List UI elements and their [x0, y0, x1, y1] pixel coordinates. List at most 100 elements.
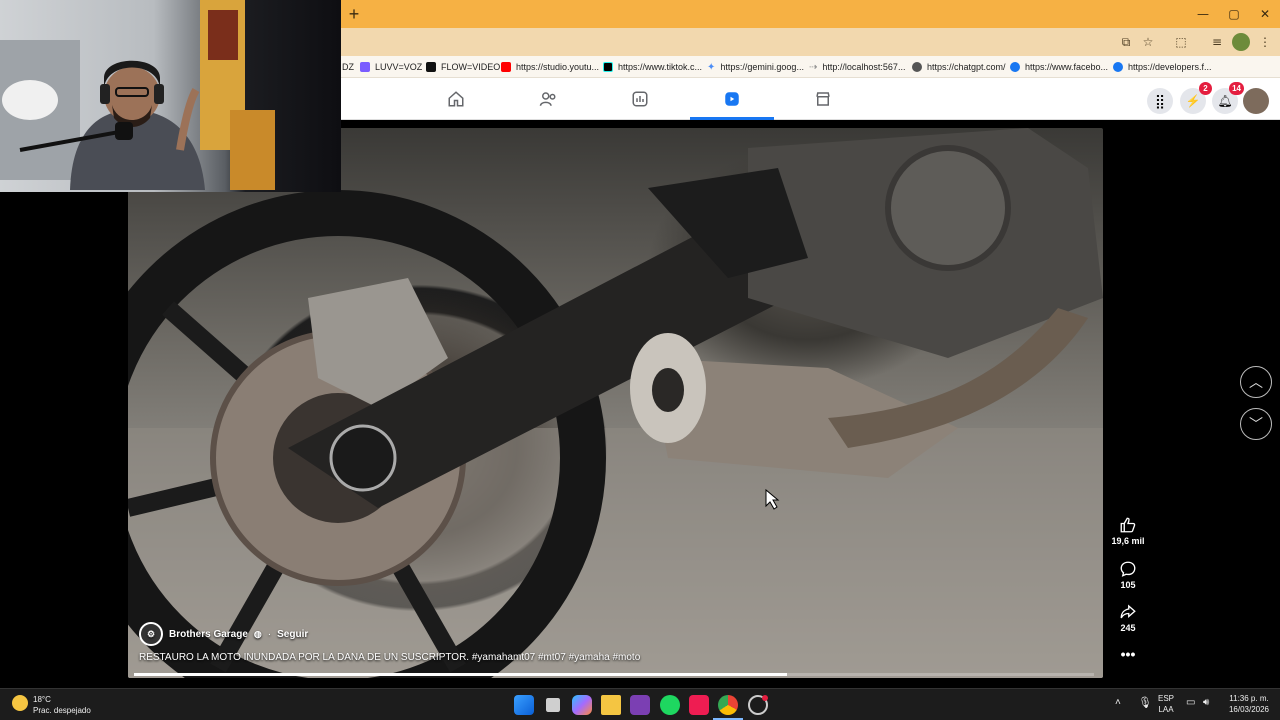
tab-reels[interactable]	[690, 78, 774, 120]
lang-line1: ESP	[1158, 694, 1175, 703]
tab-friends[interactable]	[506, 78, 590, 120]
channel-name[interactable]: Brothers Garage	[169, 629, 248, 640]
grid-icon: ⣿	[1154, 92, 1166, 109]
like-count: 19,6 mil	[1111, 536, 1145, 546]
windows-taskbar: 18°C Prac. despejado ˄ 🎙︎ ESP LAA ▭ 🔊︎ 1…	[0, 688, 1280, 720]
bookmark-label: FLOW=VIDEO	[441, 62, 501, 72]
bookmark-label: https://www.tiktok.c...	[618, 62, 703, 72]
messenger-icon: ⚡	[1185, 94, 1201, 108]
purple-app-icon[interactable]	[630, 695, 650, 715]
bookmark-item[interactable]: https://www.facebo...	[1010, 59, 1108, 75]
previous-reel-button[interactable]: ︿	[1240, 366, 1272, 398]
webcam-feed-image	[0, 0, 275, 190]
new-tab-button[interactable]: +	[344, 4, 364, 24]
bookmark-item[interactable]: https://developers.f...	[1113, 59, 1212, 75]
facebook-icon	[1010, 62, 1020, 72]
like-action[interactable]: 19,6 mil	[1108, 516, 1148, 546]
volume-icon[interactable]: 🔊︎	[1203, 697, 1209, 708]
tiktok-icon	[603, 62, 613, 72]
separator-dot: ·	[267, 628, 272, 640]
media-control-icon[interactable]: ≡	[1208, 33, 1226, 51]
weather-desc: Prac. despejado	[33, 706, 91, 715]
bookmark-label: LUVV=VOZ	[375, 62, 423, 72]
reel-caption: RESTAURO LA MOTO INUNDADA POR LA DANA DE…	[139, 652, 641, 663]
weather-widget[interactable]: 18°C Prac. despejado	[33, 694, 91, 716]
tab-home[interactable]	[414, 78, 498, 120]
task-view-icon[interactable]	[546, 698, 560, 712]
weather-temp: 18°C	[33, 695, 51, 704]
weather-icon[interactable]	[12, 695, 28, 711]
dashboard-icon	[632, 91, 648, 107]
install-app-icon[interactable]: ⧉	[1117, 33, 1135, 51]
globe-icon: ⇢	[809, 61, 818, 73]
facebook-icon	[1113, 62, 1123, 72]
reel-video[interactable]	[128, 128, 1103, 678]
bookmark-item[interactable]: ⇢ http://localhost:567...	[809, 59, 905, 75]
bookmark-item[interactable]: DZ	[342, 59, 354, 75]
tray-chevron-up-icon[interactable]: ˄	[1115, 697, 1121, 708]
bookmark-label: https://studio.youtu...	[516, 62, 600, 72]
bookmark-item[interactable]: https://www.tiktok.c...	[603, 59, 702, 75]
windows-start-icon[interactable]	[514, 695, 534, 715]
minimize-button[interactable]: —	[1188, 4, 1218, 24]
menu-icon[interactable]: ⋮	[1256, 33, 1274, 51]
bookmark-item[interactable]: https://studio.youtu...	[501, 59, 599, 75]
bookmark-star-icon[interactable]: ☆	[1139, 33, 1157, 51]
extensions-icon[interactable]: ⬚	[1172, 33, 1190, 51]
bookmark-label: DZ	[342, 62, 354, 72]
tiktok-app-icon[interactable]	[689, 695, 709, 715]
more-dots-icon: •••	[1120, 646, 1136, 662]
thumbs-up-icon	[1120, 517, 1136, 533]
bookmark-item[interactable]: https://chatgpt.com/	[912, 59, 1006, 75]
spotify-icon[interactable]	[660, 695, 680, 715]
video-progress-bar[interactable]	[134, 673, 1094, 676]
notifications-badge: 14	[1229, 82, 1244, 95]
bookmark-label: https://developers.f...	[1128, 62, 1212, 72]
bookmark-label: https://gemini.goog...	[720, 62, 804, 72]
close-window-button[interactable]: ✕	[1250, 4, 1280, 24]
video-progress-fill	[134, 673, 787, 676]
channel-avatar[interactable]: ⚙	[139, 622, 163, 646]
chevron-down-icon: ﹀	[1249, 416, 1263, 432]
clock[interactable]: 11:36 p. m. 16/03/2026	[1222, 693, 1276, 715]
bookmark-label: http://localhost:567...	[822, 62, 906, 72]
copilot-icon[interactable]	[572, 695, 592, 715]
recording-dot-icon	[762, 695, 768, 701]
tab-dashboard[interactable]	[598, 78, 682, 120]
friends-icon	[539, 92, 556, 106]
microphone-icon[interactable]: 🎙︎	[1138, 696, 1152, 709]
youtube-icon	[501, 62, 511, 72]
profile-icon[interactable]	[1232, 33, 1250, 51]
bell-icon: 🔔︎	[1217, 94, 1233, 108]
comment-action[interactable]: 105	[1108, 560, 1148, 590]
share-action[interactable]: 245	[1108, 603, 1148, 633]
language-indicator[interactable]: ESP LAA	[1158, 693, 1174, 715]
more-options-button[interactable]: •••	[1108, 646, 1148, 662]
follow-button[interactable]: Seguir	[277, 629, 308, 640]
tab-marketplace[interactable]	[781, 78, 865, 120]
menu-grid-button[interactable]: ⣿	[1147, 88, 1173, 114]
gemini-icon: ✦	[707, 61, 716, 73]
bookmark-item[interactable]: LUVV=VOZ	[360, 59, 422, 75]
bookmark-favicon-icon	[360, 62, 370, 72]
messenger-button[interactable]: ⚡ 2	[1180, 82, 1212, 114]
maximize-button[interactable]: ▢	[1219, 4, 1249, 24]
messenger-badge: 2	[1199, 82, 1212, 95]
share-count: 245	[1120, 623, 1136, 633]
clock-date: 16/03/2026	[1228, 705, 1270, 714]
share-icon	[1120, 604, 1136, 619]
chrome-icon[interactable]	[718, 695, 738, 715]
bookmark-item[interactable]: FLOW=VIDEO	[426, 59, 500, 75]
bookmark-favicon-icon	[426, 62, 436, 72]
lang-line2: LAA	[1158, 705, 1174, 714]
file-explorer-icon[interactable]	[601, 695, 621, 715]
next-reel-button[interactable]: ﹀	[1240, 408, 1272, 440]
bookmark-item[interactable]: ✦ https://gemini.goog...	[707, 59, 804, 75]
notifications-button[interactable]: 🔔︎ 14	[1212, 82, 1244, 114]
reels-icon	[725, 92, 739, 106]
webcam-overlay	[0, 0, 341, 192]
chatgpt-icon	[912, 62, 922, 72]
network-icon[interactable]: ▭	[1186, 697, 1195, 708]
bookmark-label: https://www.facebo...	[1025, 62, 1109, 72]
account-avatar[interactable]	[1243, 88, 1269, 114]
